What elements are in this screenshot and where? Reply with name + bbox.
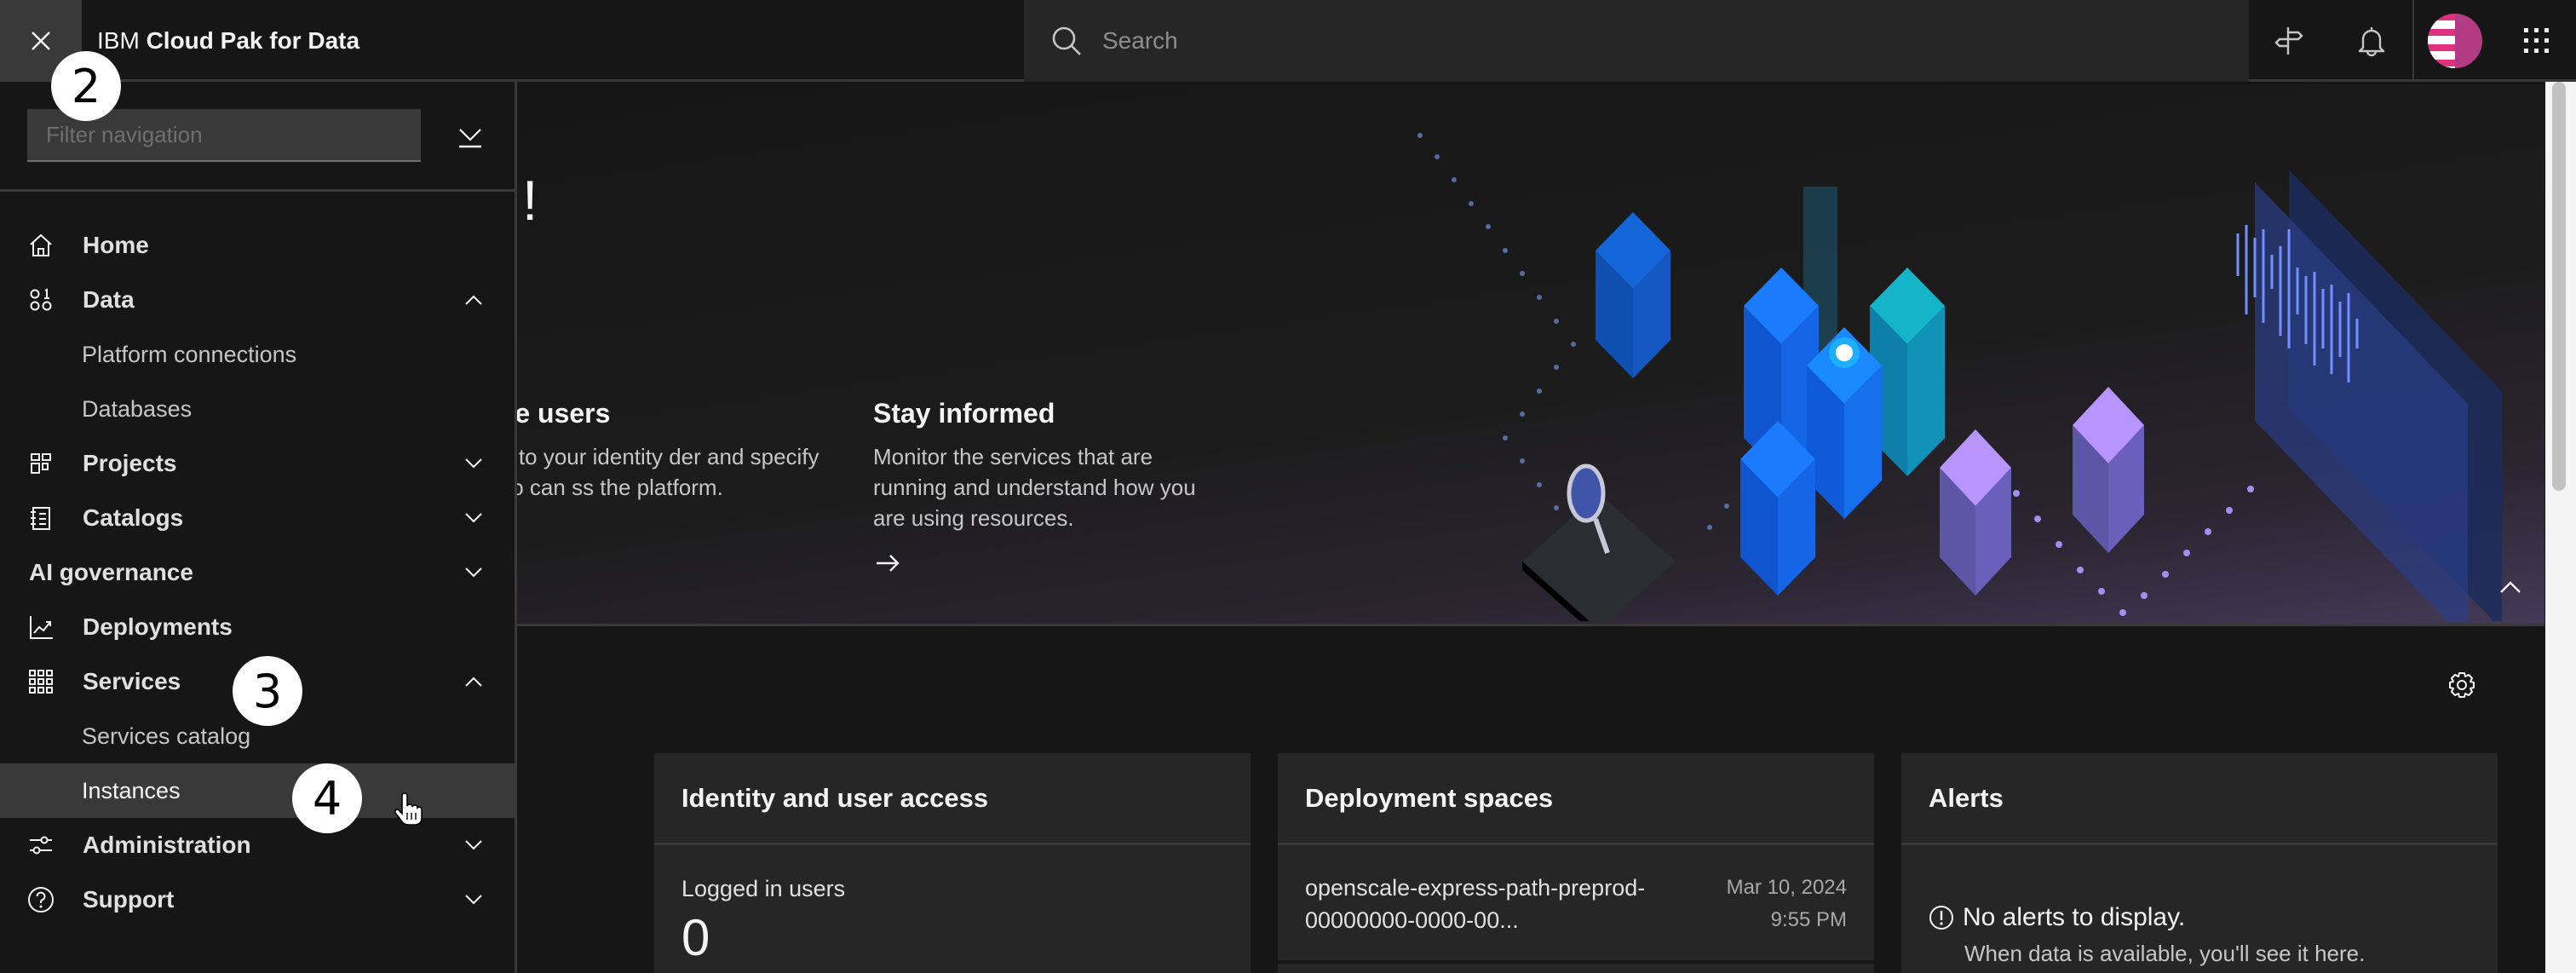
projects-icon [27,450,55,477]
global-search[interactable] [1024,0,2249,82]
list-item[interactable]: openscale-express-path-preprod-00000000-… [1278,848,1874,960]
hero-column-body: Monitor the services that are running an… [873,444,1196,531]
annotation-badge: 2 [51,51,121,121]
chevron-up-icon [460,668,487,695]
notifications-button[interactable] [2331,0,2412,82]
collapse-all-button[interactable] [451,118,489,155]
sidebar-item-ai-governance[interactable]: AI governance [0,545,515,600]
app-switcher-icon [2524,28,2549,53]
empty-state-title: No alerts to display. [1963,903,2186,931]
search-icon [1049,24,1084,58]
card-title: Deployment spaces [1305,782,1554,813]
user-profile-button[interactable] [2414,0,2496,82]
catalog-icon [27,504,55,532]
hand-cursor-icon [394,792,423,826]
scrollbar-thumb[interactable] [2552,82,2566,491]
info-icon [1929,906,1953,930]
chevron-down-icon [460,559,487,586]
settings-adjust-icon [27,832,55,859]
chart-line-icon [27,613,55,641]
sidebar-item-data[interactable]: Data [0,273,515,327]
hero-column-title: age users [517,398,611,429]
customize-dashboard-button[interactable] [2447,670,2477,700]
space-time: 9:55 PM [1770,908,1847,931]
hero-stay-informed: Stay informed Monitor the services that … [873,398,1214,578]
sidebar-item-platform-connections[interactable]: Platform connections [0,327,515,382]
chevron-down-icon [460,886,487,913]
row-divider [1278,960,1874,964]
annotation-badge: 4 [292,763,362,833]
search-input[interactable] [1102,27,2125,55]
close-icon [32,32,50,50]
hero-illustration [1417,133,2502,621]
chevron-up-icon [2500,581,2521,593]
services-grid-icon [27,668,55,695]
chevron-up-icon [460,286,487,314]
sidebar-divider [0,189,515,192]
notification-bell-icon [2358,27,2385,57]
identity-card: Identity and user access Logged in users… [654,753,1251,973]
card-title: Alerts [1929,782,2004,813]
chevron-down-icon [460,450,487,477]
data-icon [27,286,55,314]
gear-icon [2449,672,2475,698]
product-name[interactable]: IBM Cloud Pak for Data [97,0,359,82]
sidebar-item-databases[interactable]: Databases [0,382,515,436]
deployment-spaces-card: Deployment spaces openscale-express-path… [1278,753,1874,973]
sidebar-item-home[interactable]: Home [0,218,515,273]
collapse-all-icon [459,129,481,148]
help-icon [27,886,55,913]
app-switcher-button[interactable] [2496,0,2576,82]
hero-manage-users: age users ect to your identity der and s… [517,398,824,503]
sidebar-item-support[interactable]: Support [0,872,515,927]
sidebar-item-deployments[interactable]: Deployments [0,600,515,654]
hero-column-body: ect to your identity der and specify who… [517,444,819,500]
whats-new-button[interactable] [2249,0,2331,82]
sidebar-item-catalogs[interactable]: Catalogs [0,491,515,545]
space-date: Mar 10, 2024 [1726,876,1847,899]
sidebar-item-projects[interactable]: Projects [0,436,515,491]
side-navigation: Home Data Platform connections Databases… [0,82,517,973]
stay-informed-link[interactable] [873,549,902,578]
signpost-icon [2274,27,2303,55]
home-icon [27,232,55,259]
collapse-banner-button[interactable] [2493,570,2527,604]
sidebar-item-administration[interactable]: Administration [0,818,515,872]
space-timestamp: Mar 10, 2024 9:55 PM [1727,872,1847,936]
page-scrollbar[interactable] [2545,82,2576,973]
arrow-right-icon [877,555,900,572]
annotation-badge: 3 [233,656,302,726]
hero-column-title: Stay informed [873,398,1055,429]
top-header: IBM Cloud Pak for Data [0,0,2576,82]
welcome-title: ! [522,169,538,232]
card-title: Identity and user access [681,782,989,813]
metric-value: 0 [681,909,710,966]
empty-state-body: When data is available, you'll see it he… [1964,941,2366,966]
sidebar-item-instances[interactable]: Instances [0,763,515,818]
chevron-down-icon [460,504,487,532]
welcome-banner: ! age users ect to your identity der and… [517,84,2544,626]
chevron-down-icon [460,832,487,859]
alerts-card: Alerts No alerts to display. When data i… [1901,753,2498,973]
user-avatar [2428,14,2482,68]
metric-label: Logged in users [681,876,846,901]
space-name: openscale-express-path-preprod-00000000-… [1305,875,1646,933]
